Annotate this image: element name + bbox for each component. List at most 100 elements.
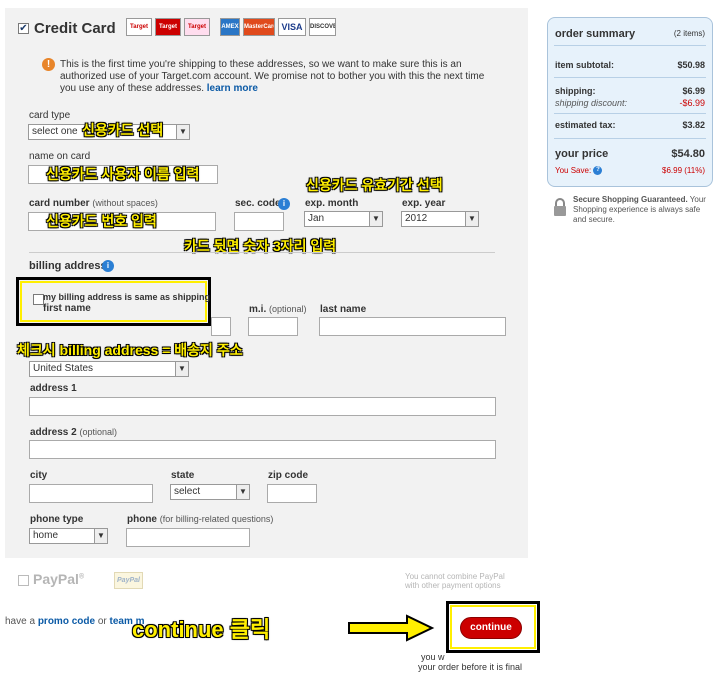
shipping-value: $6.99	[682, 86, 705, 96]
summary-divider	[554, 113, 706, 114]
annotation-expiry: 신용카드 유효기간 선택	[306, 177, 443, 193]
sec-code-input[interactable]	[234, 212, 284, 231]
paypal-logo: PayPal	[114, 572, 143, 589]
exp-year-select[interactable]: 2012 ▼	[401, 211, 479, 227]
learn-more-link[interactable]: learn more	[207, 83, 258, 94]
address1-label-text: address 1	[30, 383, 77, 394]
sec-code-label: sec. code	[235, 198, 281, 209]
city-label: city	[30, 470, 47, 481]
you-save-label: You Save:	[555, 166, 592, 175]
lock-icon	[554, 198, 566, 216]
warning-icon: !	[42, 58, 55, 71]
address1-input[interactable]	[29, 397, 496, 416]
section-divider	[29, 252, 495, 253]
annotation-name: 신용카드 사용자 이름 입력	[46, 166, 200, 182]
subtotal-value: $50.98	[677, 60, 705, 70]
exp-year-label: exp. year	[402, 198, 445, 209]
phone-input[interactable]	[126, 528, 250, 547]
order-summary: order summary (2 items) item subtotal: $…	[547, 17, 713, 187]
credit-card-checkbox[interactable]	[18, 23, 29, 34]
promo-prefix: have a	[5, 616, 36, 627]
shipping-discount-label: shipping discount:	[555, 98, 628, 108]
first-time-notice: This is the first time you're shipping t…	[60, 59, 500, 95]
paypal-reg: ®	[78, 573, 85, 581]
exp-month-label: exp. month	[305, 198, 358, 209]
notice-text: This is the first time you're shipping t…	[60, 59, 485, 94]
continue-note-line1: you w	[421, 652, 445, 662]
annotation-checkbox: 체크시 billing address = 배송지 주소	[17, 342, 243, 358]
city-label-text: city	[30, 470, 48, 481]
card-type-label: card type	[29, 110, 71, 121]
exp-month-label-text: exp. month	[305, 198, 359, 209]
your-price-row: your price $54.80	[555, 148, 705, 160]
address2-input[interactable]	[29, 440, 496, 459]
paypal-note: You cannot combine PayPal with other pay…	[405, 572, 505, 590]
info-icon[interactable]: i	[102, 260, 114, 272]
first-name-input[interactable]	[211, 317, 231, 336]
discover-logo: DISCOVER	[309, 18, 336, 36]
promo-code-link[interactable]: promo code	[38, 616, 95, 627]
last-name-label: last name	[320, 304, 366, 315]
state-label-text: state	[171, 470, 195, 481]
card-number-label-text: card number	[29, 198, 90, 209]
phone-type-label: phone type	[30, 514, 83, 525]
annotation-continue: continue 클릭	[132, 617, 271, 642]
shipping-discount-row: shipping discount: -$6.99	[555, 98, 705, 108]
mi-hint: (optional)	[269, 304, 307, 314]
info-icon[interactable]: i	[278, 198, 290, 210]
subtotal-row: item subtotal: $50.98	[555, 60, 705, 70]
you-save-value: $6.99 (11%)	[662, 166, 705, 175]
phone-type-label-text: phone type	[30, 514, 84, 525]
phone-hint: (for billing-related questions)	[159, 514, 274, 524]
zip-code-input[interactable]	[267, 484, 317, 503]
last-name-label-text: last name	[320, 304, 367, 315]
target-card-logo: Target	[184, 18, 210, 36]
chevron-down-icon: ▼	[175, 362, 188, 376]
summary-divider	[554, 138, 706, 139]
summary-divider	[554, 77, 706, 78]
continue-note-line2: your order before it is final	[418, 662, 523, 672]
subtotal-label: item subtotal:	[555, 60, 615, 70]
exp-year-value: 2012	[405, 213, 428, 224]
mastercard-logo: MasterCard	[243, 18, 275, 36]
shipping-label: shipping:	[555, 86, 596, 96]
last-name-input[interactable]	[319, 317, 506, 336]
same-as-shipping-label: my billing address is same as shipping	[43, 292, 210, 302]
country-select[interactable]: United States ▼	[29, 361, 189, 377]
phone-type-value: home	[33, 530, 59, 541]
card-type-value: select one	[32, 126, 78, 137]
promo-or: or	[97, 616, 107, 627]
paypal-checkbox[interactable]	[18, 575, 29, 586]
sec-code-label-text: sec. code	[235, 198, 281, 209]
zip-code-label: zip code	[268, 470, 308, 481]
name-on-card-label: name on card	[29, 151, 91, 162]
secure-shopping: Secure Shopping Guaranteed. Your Shoppin…	[573, 195, 713, 225]
mi-input[interactable]	[248, 317, 298, 336]
address1-label: address 1	[30, 383, 77, 394]
phone-label: phone (for billing-related questions)	[127, 514, 273, 525]
first-name-label: first name	[43, 303, 91, 314]
phone-label-text: phone	[127, 514, 157, 525]
exp-month-value: Jan	[308, 213, 325, 224]
address2-label-text: address 2	[30, 427, 77, 438]
tax-value: $3.82	[682, 120, 705, 130]
continue-button[interactable]: continue	[460, 617, 522, 639]
paypal-label-text: PayPal	[33, 571, 79, 587]
tax-label: estimated tax:	[555, 120, 616, 130]
annotation-card-type: 신용카드 선택	[82, 122, 164, 138]
state-label: state	[171, 470, 194, 481]
chevron-down-icon: ▼	[236, 485, 249, 499]
mi-label-text: m.i.	[249, 304, 267, 315]
exp-month-select[interactable]: Jan ▼	[304, 211, 383, 227]
info-icon[interactable]: ?	[593, 166, 603, 176]
chevron-down-icon: ▼	[176, 125, 189, 139]
annotation-sec-code: 카드 뒷면 숫자 3자리 입력	[184, 238, 337, 254]
billing-address-label-text: billing address.	[29, 260, 110, 272]
state-select[interactable]: select ▼	[170, 484, 250, 500]
same-as-shipping-text: my billing address is same as shipping	[43, 292, 211, 302]
phone-type-select[interactable]: home ▼	[29, 528, 108, 544]
city-input[interactable]	[29, 484, 153, 503]
exp-year-label-text: exp. year	[402, 198, 446, 209]
secure-shopping-title: Secure Shopping Guaranteed.	[573, 195, 688, 204]
zip-code-label-text: zip code	[268, 470, 309, 481]
